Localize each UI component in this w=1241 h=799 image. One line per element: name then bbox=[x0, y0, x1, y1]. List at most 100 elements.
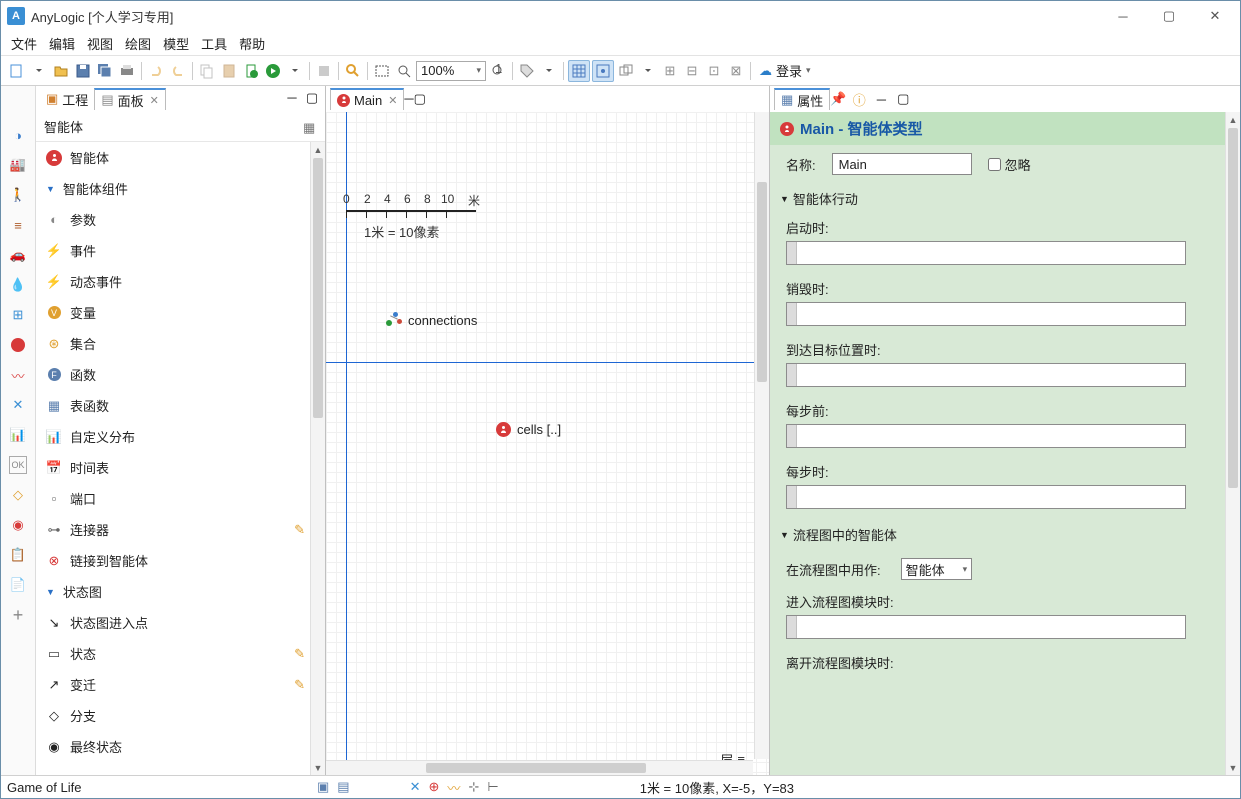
menu-model[interactable]: 模型 bbox=[163, 34, 189, 53]
onstart-input[interactable] bbox=[786, 241, 1186, 265]
sb-console-icon[interactable]: ▣ bbox=[317, 779, 329, 795]
palette-item-tablefunc[interactable]: ▦表函数 bbox=[36, 390, 325, 421]
palette-item-state[interactable]: ▭状态✎ bbox=[36, 638, 325, 669]
menu-draw[interactable]: 绘图 bbox=[125, 34, 151, 53]
rail-agent-icon[interactable] bbox=[9, 336, 27, 354]
use-as-combo[interactable]: 智能体▾ bbox=[901, 558, 973, 580]
sb-problems-icon[interactable]: ▤ bbox=[337, 779, 349, 795]
edit-icon[interactable]: ✎ bbox=[294, 522, 305, 538]
palette-item-final[interactable]: ◉最终状态 bbox=[36, 731, 325, 762]
search-button[interactable] bbox=[343, 60, 363, 82]
tab-palette[interactable]: ▤面板✕ bbox=[94, 88, 166, 110]
palette-item-connector[interactable]: ⊶连接器✎ bbox=[36, 514, 325, 545]
menu-tools[interactable]: 工具 bbox=[201, 34, 227, 53]
copy-button[interactable] bbox=[197, 60, 217, 82]
new-button[interactable] bbox=[7, 60, 27, 82]
sb-axis-icon[interactable]: ⊹ bbox=[468, 779, 479, 795]
close-tab-icon[interactable]: ✕ bbox=[388, 94, 397, 107]
run-dropdown[interactable] bbox=[285, 60, 305, 82]
palette-section-statechart[interactable]: ▼状态图 bbox=[36, 576, 325, 607]
zoom-combo[interactable]: 100%▾ bbox=[416, 61, 486, 81]
panel-max-icon[interactable]: ▢ bbox=[305, 90, 319, 106]
canvas-h-scrollbar[interactable] bbox=[326, 760, 753, 775]
rail-analysis-icon[interactable]: 📊 bbox=[9, 426, 27, 444]
cells-object[interactable]: cells [..] bbox=[496, 422, 561, 437]
align-button[interactable]: ⊞ bbox=[660, 60, 680, 82]
group-button[interactable]: ⊡ bbox=[704, 60, 724, 82]
onenter-input[interactable] bbox=[786, 615, 1186, 639]
undo-button[interactable] bbox=[146, 60, 166, 82]
palette-item-variable[interactable]: V变量 bbox=[36, 297, 325, 328]
guides-button[interactable] bbox=[616, 60, 636, 82]
menu-edit[interactable]: 编辑 bbox=[49, 34, 75, 53]
ondestroy-input[interactable] bbox=[786, 302, 1186, 326]
redo-button[interactable] bbox=[168, 60, 188, 82]
paste-button[interactable] bbox=[219, 60, 239, 82]
grid-toggle[interactable] bbox=[568, 60, 590, 82]
panel-max-icon[interactable]: ▢ bbox=[896, 91, 910, 107]
rail-controls-icon[interactable]: OK bbox=[9, 456, 27, 474]
menu-help[interactable]: 帮助 bbox=[239, 34, 265, 53]
palette-scrollbar[interactable]: ▲▼ bbox=[310, 142, 325, 775]
rail-pedestrian-icon[interactable]: 🚶 bbox=[9, 186, 27, 204]
stop-button[interactable] bbox=[314, 60, 334, 82]
close-button[interactable]: ✕ bbox=[1192, 1, 1238, 31]
tab-properties[interactable]: ▦属性 bbox=[774, 88, 830, 110]
build-button[interactable] bbox=[241, 60, 261, 82]
rail-connect-icon[interactable]: ◇ bbox=[9, 486, 27, 504]
palette-item-dynevent[interactable]: ⚡动态事件 bbox=[36, 266, 325, 297]
edit-icon[interactable]: ✎ bbox=[294, 677, 305, 693]
tag-dropdown[interactable] bbox=[539, 60, 559, 82]
palette-item-collection[interactable]: ⊛集合 bbox=[36, 328, 325, 359]
save-button[interactable] bbox=[73, 60, 93, 82]
section-agent-actions[interactable]: ▼智能体行动 bbox=[770, 183, 1240, 214]
new-dropdown[interactable] bbox=[29, 60, 49, 82]
panel-min-icon[interactable]: ─ bbox=[874, 92, 888, 107]
palette-item-agent[interactable]: 智能体 bbox=[36, 142, 325, 173]
connections-object[interactable]: connections bbox=[386, 312, 477, 328]
palette-view-icon[interactable]: ▦ bbox=[303, 120, 317, 134]
palette-item-schedule[interactable]: 📅时间表 bbox=[36, 452, 325, 483]
sb-line-icon[interactable]: 〰 bbox=[447, 778, 460, 797]
rail-system-icon[interactable]: ⊞ bbox=[9, 306, 27, 324]
palette-item-parameter[interactable]: ◐参数 bbox=[36, 204, 325, 235]
canvas[interactable]: ▶ ▼ 0 2 4 6 8 10 米 1米 = 10像素 connections bbox=[326, 112, 769, 775]
snap-toggle[interactable] bbox=[592, 60, 614, 82]
panel-max-icon[interactable]: ▢ bbox=[414, 91, 426, 106]
rail-road-icon[interactable]: 🚗 bbox=[9, 246, 27, 264]
palette-item-transition[interactable]: ↗变迁✎ bbox=[36, 669, 325, 700]
onstep-input[interactable] bbox=[786, 485, 1186, 509]
ungroup-button[interactable]: ⊠ bbox=[726, 60, 746, 82]
palette-item-link[interactable]: ⊗链接到智能体 bbox=[36, 545, 325, 576]
tab-projects[interactable]: ▣工程 bbox=[40, 88, 94, 110]
onarrival-input[interactable] bbox=[786, 363, 1186, 387]
help-icon[interactable]: ⓘ bbox=[852, 90, 866, 109]
run-button[interactable] bbox=[263, 60, 283, 82]
zoom-actual-button[interactable]: 1 bbox=[488, 60, 508, 82]
canvas-v-scrollbar[interactable] bbox=[754, 112, 769, 759]
palette-item-customdist[interactable]: 📊自定义分布 bbox=[36, 421, 325, 452]
rail-rail-icon[interactable]: ≡ bbox=[9, 216, 27, 234]
menu-view[interactable]: 视图 bbox=[87, 34, 113, 53]
palette-item-event[interactable]: ⚡事件 bbox=[36, 235, 325, 266]
palette-item-branch[interactable]: ◇分支 bbox=[36, 700, 325, 731]
guides-dropdown[interactable] bbox=[638, 60, 658, 82]
rail-factory-icon[interactable]: 🏭 bbox=[9, 156, 27, 174]
rail-action-icon[interactable]: 📋 bbox=[9, 546, 27, 564]
palette-section-components[interactable]: ▼智能体组件 bbox=[36, 173, 325, 204]
pin-icon[interactable]: 📌 bbox=[830, 91, 844, 107]
ignore-checkbox[interactable]: 忽略 bbox=[988, 155, 1031, 174]
rail-picture-icon[interactable]: 📄 bbox=[9, 576, 27, 594]
sb-ruler-icon[interactable]: ⊢ bbox=[487, 779, 498, 795]
rail-process-icon[interactable]: ◑ bbox=[9, 126, 27, 144]
palette-item-port[interactable]: ▫端口 bbox=[36, 483, 325, 514]
tag-button[interactable] bbox=[517, 60, 537, 82]
edit-icon[interactable]: ✎ bbox=[294, 646, 305, 662]
rail-add-icon[interactable]: + bbox=[9, 606, 27, 624]
section-flowchart[interactable]: ▼流程图中的智能体 bbox=[770, 519, 1240, 550]
name-input[interactable] bbox=[832, 153, 972, 175]
rail-state-icon[interactable]: ◉ bbox=[9, 516, 27, 534]
rail-fluid-icon[interactable]: 💧 bbox=[9, 276, 27, 294]
open-button[interactable] bbox=[51, 60, 71, 82]
zoom-fit-button[interactable] bbox=[372, 60, 392, 82]
